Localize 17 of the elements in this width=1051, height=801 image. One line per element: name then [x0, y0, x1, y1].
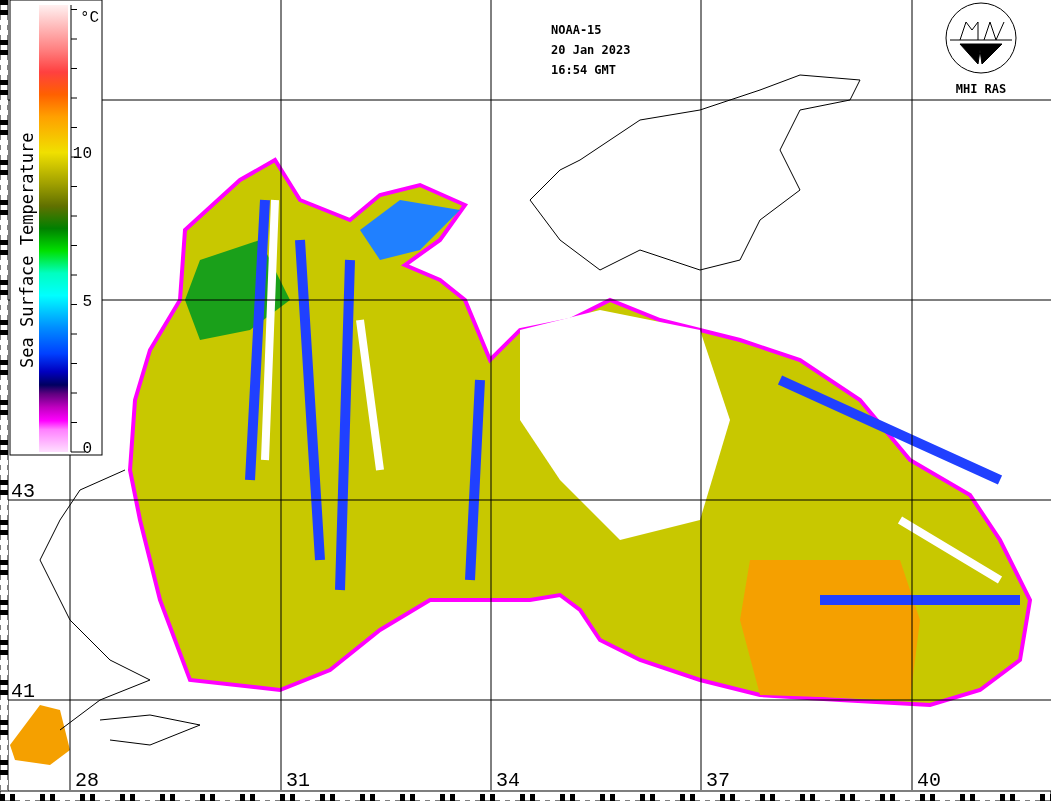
latitude-label: 41: [11, 680, 35, 703]
image-date: 20 Jan 2023: [551, 43, 631, 57]
longitude-label: 40: [917, 769, 941, 792]
scale-tick-label: 10: [72, 145, 92, 163]
image-time: 16:54 GMT: [551, 63, 617, 77]
longitude-label: 31: [286, 769, 310, 792]
institute-logo-text: MHI RAS: [955, 82, 1007, 96]
longitude-label: 34: [496, 769, 520, 792]
scale-tick-label: 5: [82, 292, 92, 311]
latitude-label: 43: [11, 480, 35, 503]
longitude-label: 37: [706, 769, 730, 792]
scale-tick-label: 0: [82, 440, 92, 458]
temperature-unit: °C: [80, 9, 100, 27]
color-scale-title: Sea Surface Temperature: [17, 132, 37, 368]
longitude-label: 28: [75, 769, 99, 792]
satellite-name: NOAA-15: [551, 23, 602, 37]
sea-temperature-patch: [10, 705, 70, 765]
